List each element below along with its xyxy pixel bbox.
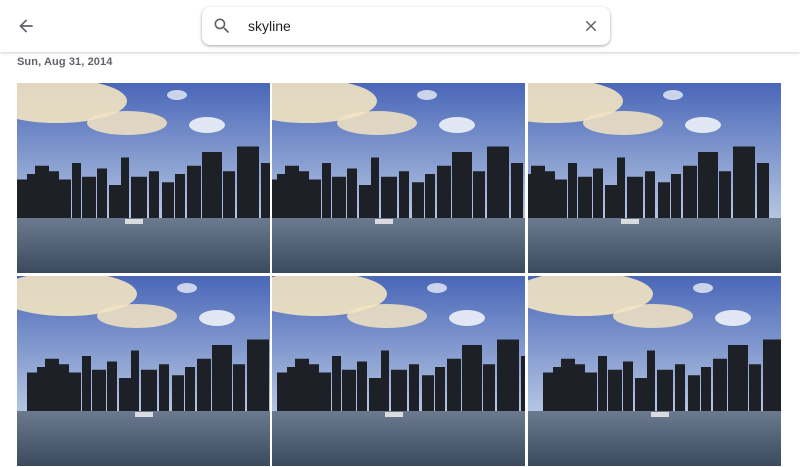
photo-thumbnail[interactable] [17,276,270,466]
back-button[interactable] [12,12,40,40]
search-icon[interactable] [202,7,242,45]
arrow-back-icon [19,19,33,33]
photo-thumbnail[interactable] [528,83,781,273]
photo-thumbnail[interactable] [528,276,781,466]
photo-thumbnail[interactable] [272,83,525,273]
photo-image [272,276,525,466]
photo-image [528,83,781,273]
search-box [202,7,610,45]
photo-image [528,276,781,466]
photo-image [272,83,525,273]
clear-search-button[interactable] [572,7,610,45]
photo-image [17,83,270,273]
close-icon [585,20,597,32]
photo-grid [0,0,800,467]
search-input[interactable] [242,11,572,41]
photo-image [17,276,270,466]
photo-thumbnail[interactable] [272,276,525,466]
photo-thumbnail[interactable] [17,83,270,273]
top-app-bar [0,0,800,52]
